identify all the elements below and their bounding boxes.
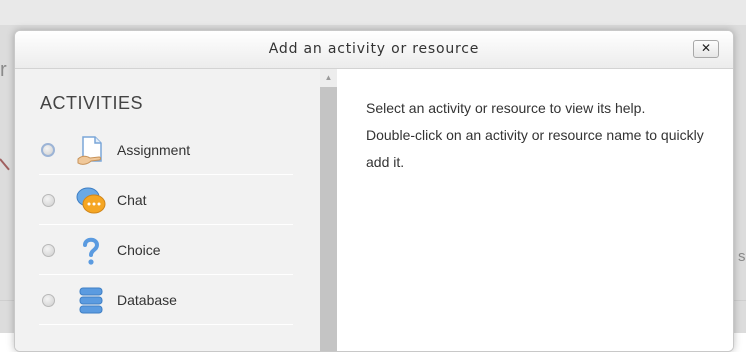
page-top-band: [0, 0, 746, 25]
dialog-title: Add an activity or resource: [268, 41, 480, 57]
option-label: Choice: [117, 242, 161, 258]
close-button[interactable]: ✕: [693, 40, 719, 58]
option-radio[interactable]: [41, 143, 55, 157]
option-label: Assignment: [117, 142, 191, 158]
option-label: Database: [117, 292, 177, 308]
scroll-up-arrow-icon[interactable]: ▲: [320, 69, 337, 87]
help-line: Double-click on an activity or resource …: [366, 127, 704, 170]
option-radio[interactable]: [42, 294, 55, 307]
help-pane: Select an activity or resource to view i…: [337, 69, 733, 351]
scroll-thumb[interactable]: [320, 87, 337, 351]
option-chat[interactable]: Chat: [39, 176, 293, 225]
options-list: ACTIVITIES Assignment Chat Choice Databa…: [15, 69, 320, 351]
section-title-activities: ACTIVITIES: [40, 93, 144, 113]
add-activity-dialog: Add an activity or resource ✕ ACTIVITIES…: [14, 30, 734, 352]
option-label: Chat: [117, 192, 147, 208]
background-text-fragment: s: [738, 248, 746, 265]
choice-icon: [75, 235, 107, 267]
option-assignment[interactable]: Assignment: [39, 126, 293, 175]
assignment-icon: [75, 135, 107, 167]
database-icon: [75, 285, 107, 317]
option-radio[interactable]: [42, 244, 55, 257]
options-scrollbar[interactable]: ▲: [320, 69, 337, 351]
close-icon: ✕: [700, 41, 712, 55]
chat-icon: [75, 185, 107, 217]
option-choice[interactable]: Choice: [39, 226, 293, 275]
dialog-header: Add an activity or resource ✕: [15, 31, 733, 69]
help-text: Select an activity or resource to view i…: [366, 95, 716, 176]
option-database[interactable]: Database: [39, 276, 293, 325]
help-line: Select an activity or resource to view i…: [366, 100, 646, 116]
option-radio[interactable]: [42, 194, 55, 207]
background-text-fragment: r: [0, 59, 7, 81]
